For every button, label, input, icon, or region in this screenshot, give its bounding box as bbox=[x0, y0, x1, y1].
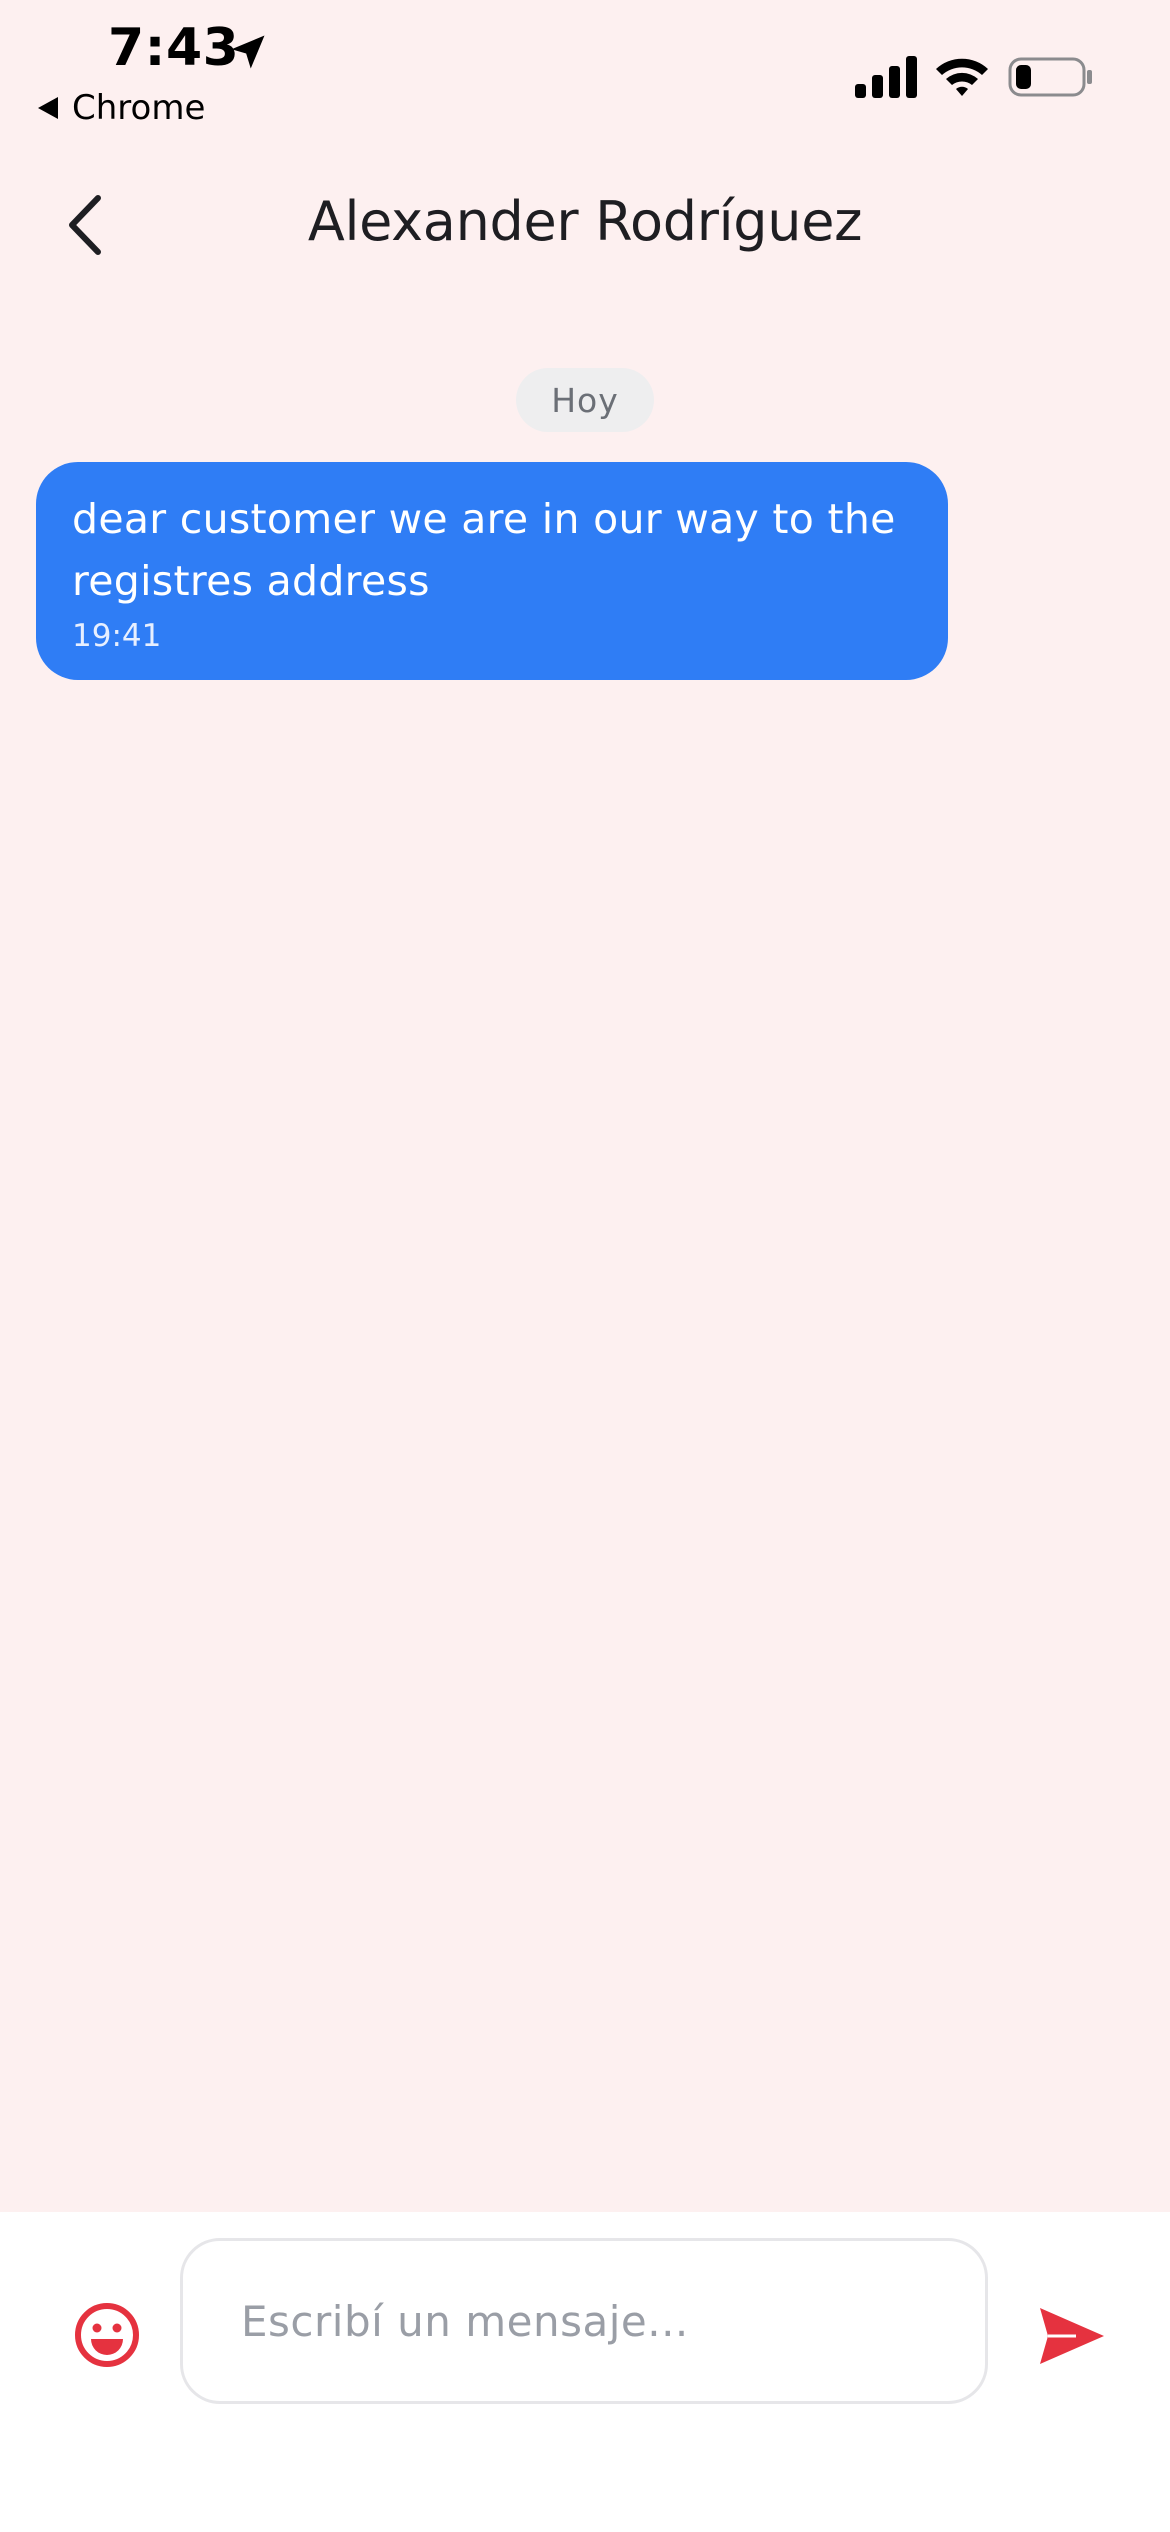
message-input-container bbox=[180, 2238, 988, 2404]
message-input[interactable] bbox=[183, 2241, 985, 2401]
chat-header: Alexander Rodríguez bbox=[0, 160, 1170, 290]
message-timestamp: 19:41 bbox=[72, 618, 162, 654]
date-separator: Hoy bbox=[516, 368, 654, 432]
cellular-signal-icon bbox=[855, 56, 917, 98]
back-to-app-label: Chrome bbox=[72, 88, 206, 128]
wifi-icon bbox=[936, 58, 988, 96]
message-bubble: dear customer we are in our way to the r… bbox=[36, 462, 948, 680]
page-title: Alexander Rodríguez bbox=[307, 190, 863, 253]
status-bar: 7:43 Chrome bbox=[0, 0, 1170, 150]
message-composer bbox=[0, 2212, 1170, 2532]
location-arrow-icon bbox=[231, 35, 265, 69]
emoji-smile-icon[interactable] bbox=[74, 2302, 140, 2368]
status-time: 7:43 bbox=[108, 18, 240, 78]
back-to-app-link[interactable]: Chrome bbox=[38, 88, 205, 128]
battery-icon bbox=[1008, 57, 1092, 97]
message-text: dear customer we are in our way to the r… bbox=[72, 495, 896, 605]
send-icon[interactable] bbox=[1036, 2300, 1108, 2372]
back-triangle-icon bbox=[38, 97, 58, 119]
